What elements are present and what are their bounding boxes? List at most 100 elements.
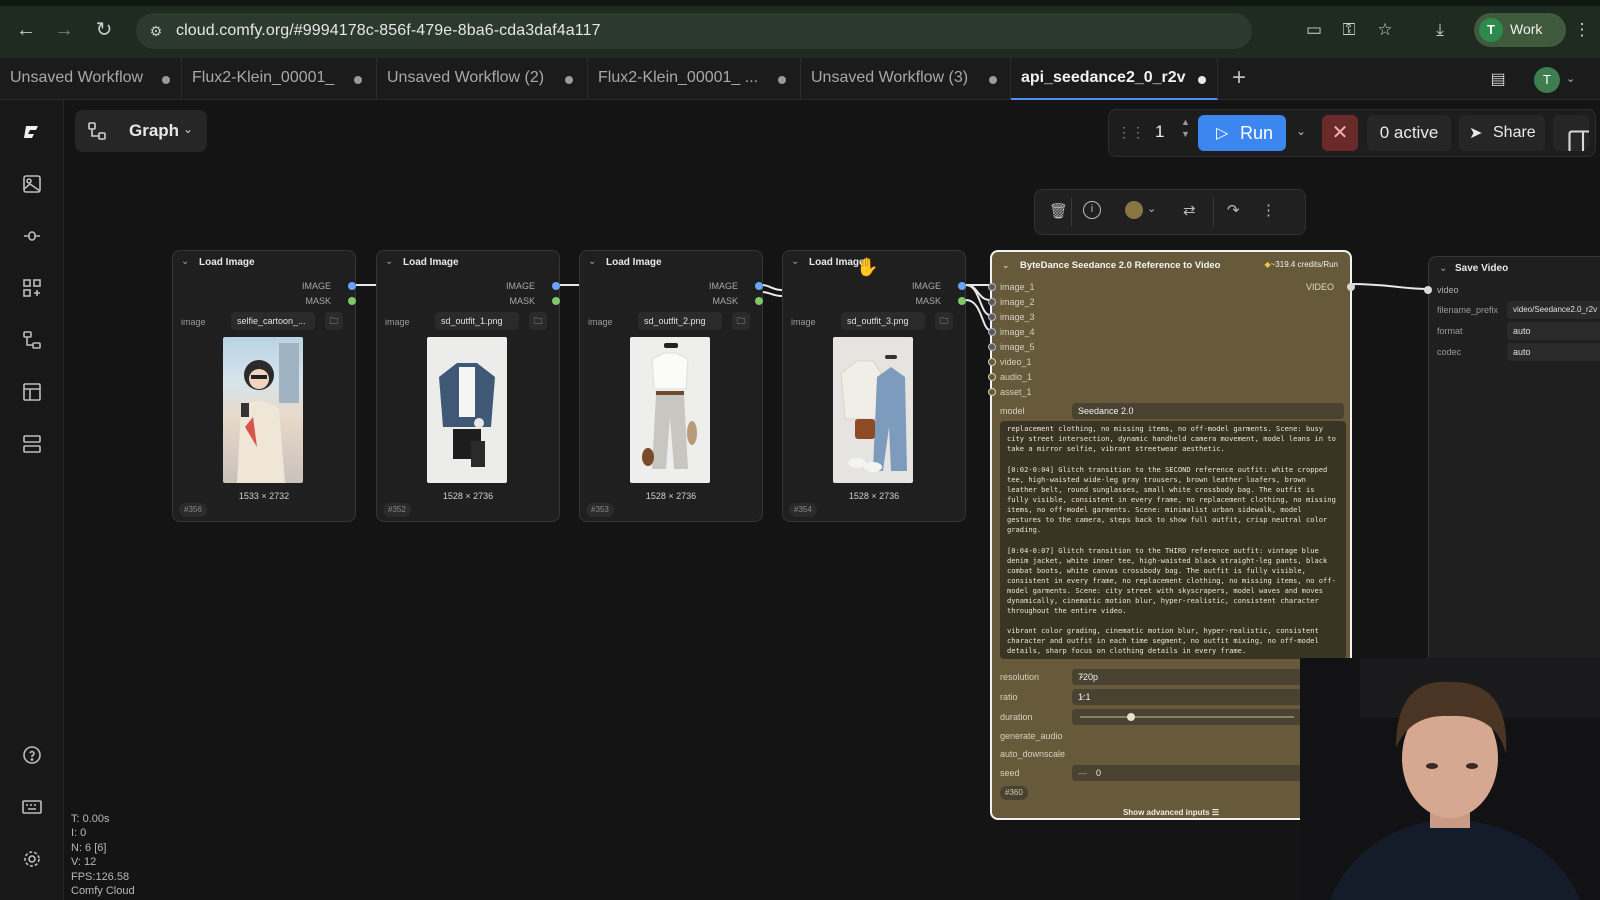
back-icon[interactable]: ← [14,18,38,42]
output-pin-mask[interactable] [958,297,966,305]
filename-prefix-input[interactable]: video/Seedance2.0_r2v [1507,301,1600,319]
workflow-tab[interactable]: Flux2-Klein_00001_ ... [588,58,801,100]
output-pin-image[interactable] [958,282,966,290]
collapse-icon[interactable]: ⇄ [1183,201,1196,219]
image-file-combo[interactable]: sd_outfit_3.png [841,312,925,330]
image-file-combo[interactable]: sd_outfit_1.png [435,312,519,330]
trash-icon[interactable]: 🗑 [1049,202,1068,220]
run-options-chevron-icon[interactable]: ⌄ [1296,124,1306,138]
output-pin-image[interactable] [552,282,560,290]
seedance-node[interactable]: ⌄ ByteDance Seedance 2.0 Reference to Vi… [988,250,1355,820]
node-header[interactable]: ⌄ Load Image [377,251,559,275]
workflow-tab[interactable]: Unsaved Workflow (3) [801,58,1011,100]
run-button[interactable]: ▷ Run [1198,115,1286,151]
help-icon[interactable] [20,743,44,767]
info-icon[interactable]: i [1083,201,1101,219]
output-pin-mask[interactable] [755,297,763,305]
model-library-icon[interactable] [20,276,44,300]
toggle-panel-button[interactable] [1553,115,1592,154]
load-image-node[interactable]: ⌄ Load Image IMAGE MASK image selfie_car… [172,250,356,522]
format-select[interactable]: auto [1507,322,1600,340]
image-preview [223,337,303,483]
output-pin-image[interactable] [755,282,763,290]
input-pin[interactable] [988,343,996,351]
settings-gear-icon[interactable] [20,847,44,871]
password-key-icon[interactable]: ⚿ [1337,18,1361,42]
prompt-textarea[interactable]: replacement clothing, no missing items, … [1000,421,1346,659]
reload-icon[interactable]: ↻ [92,18,116,42]
workflow-tab-active[interactable]: api_seedance2_0_r2v [1011,58,1218,100]
media-assets-icon[interactable] [20,172,44,196]
model-select[interactable]: Seedance 2.0 ⌄ [1072,403,1344,419]
new-tab-plus-icon[interactable]: + [1226,66,1252,92]
site-settings-icon[interactable]: ⚙ [146,21,166,41]
output-label-mask: MASK [712,296,738,306]
collapse-chevron-icon[interactable]: ⌄ [791,256,799,267]
show-advanced-inputs-button[interactable]: Show advanced inputs ☰ [992,808,1350,817]
input-pin[interactable] [988,298,996,306]
browser-menu-icon[interactable]: ⋮ [1570,18,1594,42]
load-image-node[interactable]: ⌄ Load Image IMAGE MASK image sd_outfit_… [782,250,966,522]
node-header[interactable]: ⌄ Load Image [580,251,762,275]
node-header[interactable]: ⌄ Load Image [173,251,355,275]
user-menu-chevron-icon[interactable]: ⌄ [1566,72,1575,85]
graph-mode-button[interactable]: Graph ⌄ [75,110,207,152]
input-pin[interactable] [988,373,996,381]
queue-icon[interactable] [20,432,44,456]
collapse-chevron-icon[interactable]: ⌄ [385,256,393,267]
input-pin[interactable] [988,313,996,321]
chat-icon[interactable]: ▤ [1486,68,1510,92]
collapse-chevron-icon[interactable]: ⌄ [1439,263,1447,274]
collapse-chevron-icon[interactable]: ⌄ [1002,260,1010,271]
upload-folder-icon[interactable]: 🗀 [325,312,343,330]
link-wire [761,284,783,291]
cancel-run-button[interactable]: ✕ [1322,115,1358,151]
input-pin-video[interactable] [1424,286,1432,294]
address-bar[interactable]: ⚙ cloud.comfy.org/#9994178c-856f-479e-8b… [136,13,1252,49]
collapse-chevron-icon[interactable]: ⌄ [588,256,596,267]
image-file-combo[interactable]: sd_outfit_2.png [638,312,722,330]
share-button[interactable]: ➤ Share [1459,115,1545,151]
output-pin-mask[interactable] [552,297,560,305]
redo-icon[interactable]: ↷ [1227,201,1240,219]
upload-folder-icon[interactable]: 🗀 [529,312,547,330]
output-pin-mask[interactable] [348,297,356,305]
image-file-combo[interactable]: selfie_cartoon_... [231,312,315,330]
color-swatch-icon[interactable] [1125,201,1143,219]
load-image-node[interactable]: ⌄ Load Image IMAGE MASK image sd_outfit_… [579,250,763,522]
workflow-tab[interactable]: Unsaved Workflow (2) [377,58,588,100]
comfy-logo-icon[interactable] [20,120,44,144]
download-icon[interactable]: ⤓ [1428,18,1452,42]
more-options-icon[interactable]: ⋮ [1261,201,1276,219]
url-text[interactable]: cloud.comfy.org/#9994178c-856f-479e-8ba6… [176,22,601,40]
input-pin[interactable] [988,358,996,366]
workflow-tab[interactable]: Unsaved Workflow [0,58,182,100]
active-jobs-button[interactable]: 0 active [1367,115,1451,151]
codec-select[interactable]: auto [1507,343,1600,361]
input-pin[interactable] [988,283,996,291]
forward-icon[interactable]: → [52,18,76,42]
queue-count[interactable]: 1 [1155,122,1164,142]
profile-button[interactable]: T Work [1474,13,1566,47]
color-chevron-icon[interactable]: ⌄ [1147,202,1156,215]
slider-thumb[interactable] [1127,713,1136,721]
input-pin[interactable] [988,328,996,336]
templates-icon[interactable] [20,380,44,404]
queue-stepper-icon[interactable]: ▲ ▼ [1181,116,1190,140]
upload-folder-icon[interactable]: 🗀 [732,312,750,330]
upload-folder-icon[interactable]: 🗀 [935,312,953,330]
keyboard-shortcuts-icon[interactable] [20,795,44,819]
decrement-icon[interactable]: — [1078,768,1087,778]
user-avatar[interactable]: T [1534,67,1560,93]
input-pin[interactable] [988,388,996,396]
bookmark-star-icon[interactable]: ☆ [1373,18,1397,42]
output-pin-image[interactable] [348,282,356,290]
output-pin-video[interactable] [1347,283,1355,291]
load-image-node[interactable]: ⌄ Load Image IMAGE MASK image sd_outfit_… [376,250,560,522]
node-library-icon[interactable] [20,224,44,248]
drag-handle-icon[interactable]: ⋮⋮ [1117,124,1145,141]
workflow-tab[interactable]: Flux2-Klein_00001_ [182,58,377,100]
collapse-chevron-icon[interactable]: ⌄ [181,256,189,267]
workflows-icon[interactable] [20,328,44,352]
install-app-icon[interactable]: ▭ [1302,18,1326,42]
